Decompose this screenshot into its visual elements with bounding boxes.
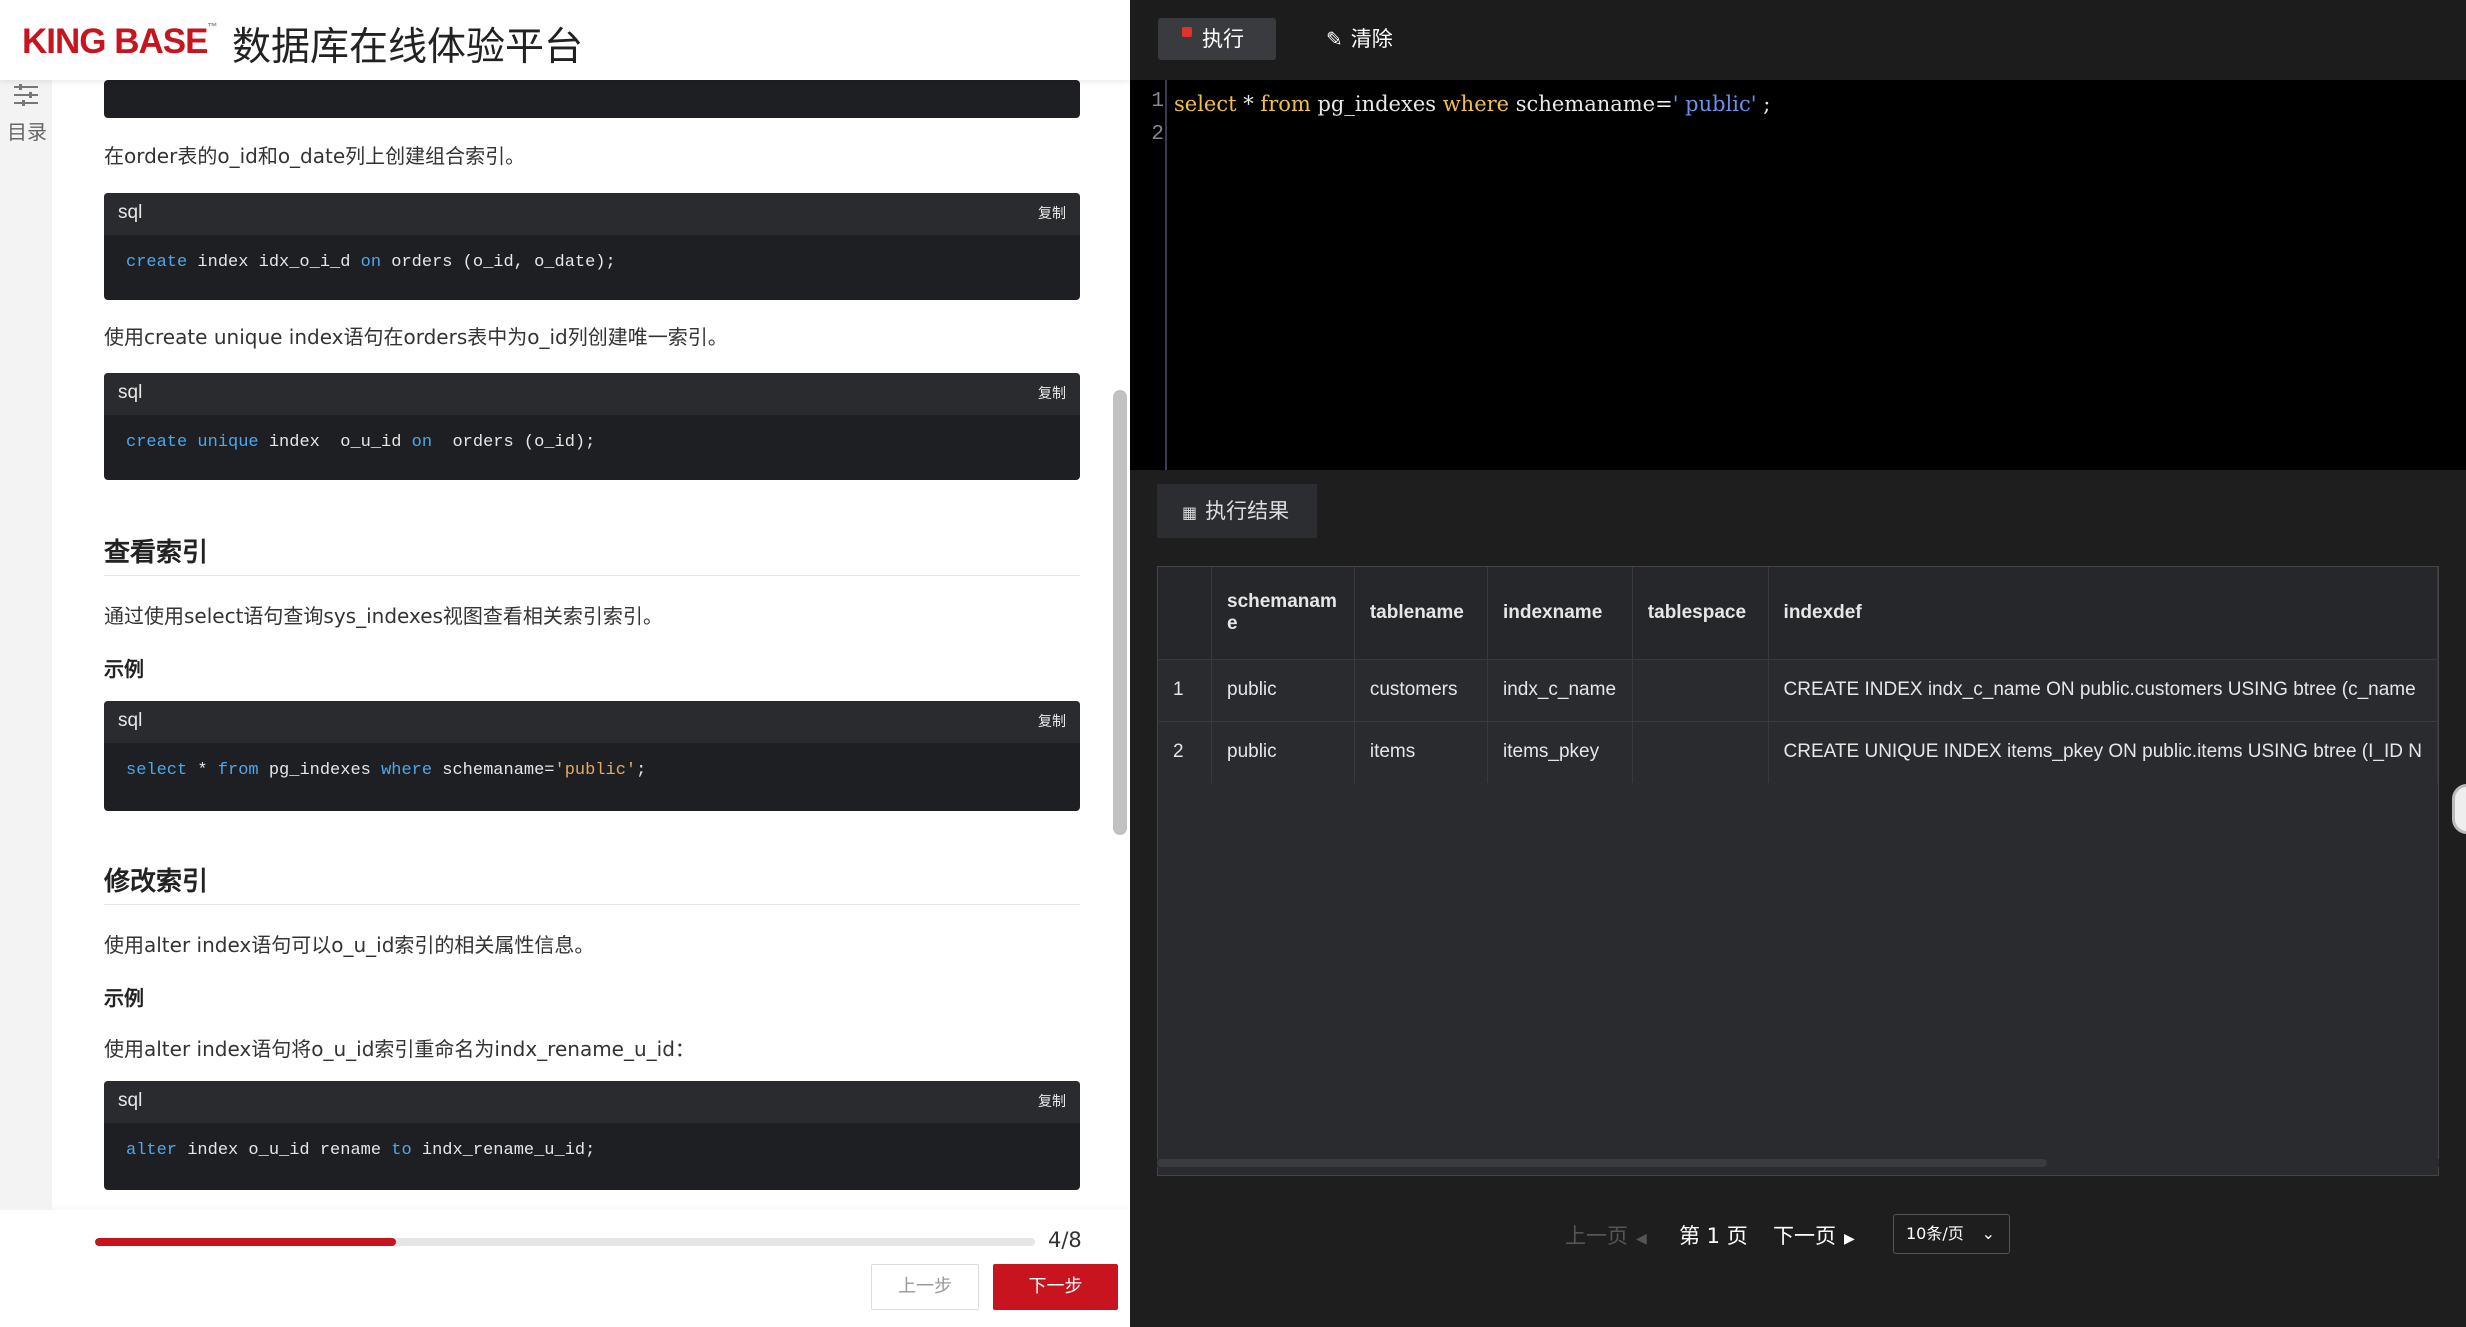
table-header-row: schemanam e tablename indexname tablespa… (1158, 567, 2438, 659)
table-cell: indx_c_name (1487, 658, 1633, 721)
content-scrollbar-thumb[interactable] (1113, 390, 1127, 835)
tutorial-panel: KING BASE™ 数据库在线体验平台 目录 在order表的o_id和o_d… (0, 0, 1130, 1327)
caret-right-icon: ▶ (1844, 1231, 1855, 1247)
page-size-select[interactable]: 10条/页 ⌄ (1893, 1214, 2010, 1254)
copy-button[interactable]: 复制 (1038, 711, 1066, 731)
code-block-rename-index: sql 复制 alter index o_u_id rename to indx… (104, 1081, 1080, 1190)
col-index-header (1158, 567, 1212, 659)
col-header[interactable]: tablespace (1632, 567, 1769, 659)
code-block-select-indexes: sql 复制 select * from pg_indexes where sc… (104, 701, 1080, 811)
run-icon (1182, 27, 1192, 37)
col-header[interactable]: tablename (1354, 567, 1489, 659)
col-header[interactable]: indexdef (1768, 567, 2438, 659)
progress-bar (95, 1238, 1035, 1246)
table-cell: customers (1354, 658, 1489, 721)
col-header[interactable]: schemanam e (1211, 567, 1355, 659)
grid-icon: ▦ (1182, 503, 1198, 522)
code-language: sql (118, 202, 143, 223)
code-text: create unique index o_u_id on orders (o_… (126, 433, 596, 452)
code-text: alter index o_u_id rename to indx_rename… (126, 1141, 596, 1160)
next-step-button[interactable]: 下一步 (993, 1264, 1118, 1310)
table-cell (1632, 720, 1769, 783)
toc-label: 目录 (7, 120, 47, 144)
caret-left-icon: ◀ (1636, 1231, 1647, 1247)
table-scrollbar-thumb[interactable] (1157, 1159, 2047, 1167)
step-footer: 4/8 上一步 下一步 (0, 1210, 1130, 1327)
sql-editor[interactable]: 1 2 select * from pg_indexes where schem… (1130, 80, 2466, 470)
example-heading: 示例 (104, 986, 144, 1010)
table-cell: items (1354, 720, 1489, 783)
app-header: KING BASE™ 数据库在线体验平台 (0, 0, 1130, 80)
paragraph-view-index: 通过使用select语句查询sys_indexes视图查看相关索引索引。 (104, 604, 663, 628)
col-header[interactable]: indexname (1487, 567, 1633, 659)
previous-step-button[interactable]: 上一步 (871, 1264, 979, 1310)
code-block-unique-index: sql 复制 create unique index o_u_id on ord… (104, 373, 1080, 480)
chevron-down-icon: ⌄ (1981, 1224, 1995, 1243)
table-cell: CREATE INDEX indx_c_name ON public.custo… (1768, 658, 2438, 721)
heading-divider (104, 904, 1080, 905)
heading-divider (104, 575, 1080, 576)
toc-toggle[interactable]: 目录 (0, 80, 52, 1210)
next-page-button[interactable]: 下一页 ▶ (1773, 1220, 1855, 1250)
code-block-create-index: sql 复制 create index idx_o_i_d on orders … (104, 193, 1080, 300)
code-text: create index idx_o_i_d on orders (o_id, … (126, 253, 616, 272)
example-heading: 示例 (104, 657, 144, 681)
copy-button[interactable]: 复制 (1038, 1091, 1066, 1111)
table-horizontal-scrollbar[interactable] (1157, 1159, 2439, 1167)
code-text: select * from pg_indexes where schemanam… (126, 761, 647, 780)
heading-alter-index: 修改索引 (104, 867, 209, 897)
run-button[interactable]: 执行 (1158, 18, 1276, 60)
code-block-header: sql 复制 (104, 701, 1080, 743)
tutorial-content: 在order表的o_id和o_date列上创建组合索引。 sql 复制 crea… (52, 80, 1112, 1210)
code-language: sql (118, 1090, 143, 1111)
table-row[interactable]: 2 public items items_pkey CREATE UNIQUE … (1158, 720, 2438, 783)
table-cell: CREATE UNIQUE INDEX items_pkey ON public… (1768, 720, 2438, 783)
paragraph-rename-index: 使用alter index语句将o_u_id索引重命名为indx_rename_… (104, 1037, 695, 1061)
code-language: sql (118, 710, 143, 731)
code-language: sql (118, 382, 143, 403)
paragraph-unique-index: 使用create unique index语句在orders表中为o_id列创建… (104, 325, 728, 349)
line-number: 1 (1151, 90, 1164, 113)
row-index: 2 (1158, 720, 1212, 783)
row-index: 1 (1158, 658, 1212, 721)
line-number-gutter: 1 2 (1130, 80, 1167, 470)
line-number: 2 (1151, 123, 1164, 146)
code-block-partial (104, 80, 1080, 118)
code-block-header: sql 复制 (104, 193, 1080, 235)
sql-workspace: 执行 ✎ 清除 1 2 select * from pg_indexes wher… (1130, 0, 2466, 1327)
copy-button[interactable]: 复制 (1038, 203, 1066, 223)
tab-execution-result[interactable]: ▦ 执行结果 (1157, 484, 1317, 538)
table-row[interactable]: 1 public customers indx_c_name CREATE IN… (1158, 658, 2438, 721)
code-block-header: sql 复制 (104, 373, 1080, 415)
progress-text: 4/8 (1048, 1228, 1082, 1252)
paragraph-composite-index: 在order表的o_id和o_date列上创建组合索引。 (104, 144, 526, 168)
table-cell: items_pkey (1487, 720, 1633, 783)
paragraph-alter-index: 使用alter index语句可以o_u_id索引的相关属性信息。 (104, 933, 595, 957)
editor-toolbar: 执行 ✎ 清除 (1130, 0, 2466, 80)
clear-button[interactable]: ✎ 清除 (1326, 18, 1393, 60)
code-block-header: sql 复制 (104, 1081, 1080, 1123)
prev-page-button[interactable]: 上一页 ◀ (1565, 1220, 1647, 1250)
result-grid: schemanam e tablename indexname tablespa… (1158, 567, 2438, 783)
table-cell: public (1211, 658, 1355, 721)
result-area: ▦ 执行结果 schemanam e tablename indexname ta… (1130, 470, 2466, 1327)
editor-code-line[interactable]: select * from pg_indexes where schemanam… (1174, 92, 1770, 116)
result-table: schemanam e tablename indexname tablespa… (1157, 566, 2439, 1176)
page-title: 数据库在线体验平台 (232, 25, 584, 70)
table-cell (1632, 658, 1769, 721)
progress-fill (95, 1238, 396, 1246)
pagination: 上一页 ◀ 第 1 页 下一页 ▶ 10条/页 ⌄ (1130, 1208, 2466, 1268)
current-page: 第 1 页 (1679, 1224, 1748, 1248)
sliders-icon (14, 84, 38, 106)
eraser-icon: ✎ (1326, 27, 1343, 51)
heading-view-index: 查看索引 (104, 538, 209, 568)
kingbase-logo: KING BASE™ (22, 22, 217, 61)
panel-resize-handle[interactable] (2452, 784, 2466, 834)
table-cell: public (1211, 720, 1355, 783)
copy-button[interactable]: 复制 (1038, 383, 1066, 403)
